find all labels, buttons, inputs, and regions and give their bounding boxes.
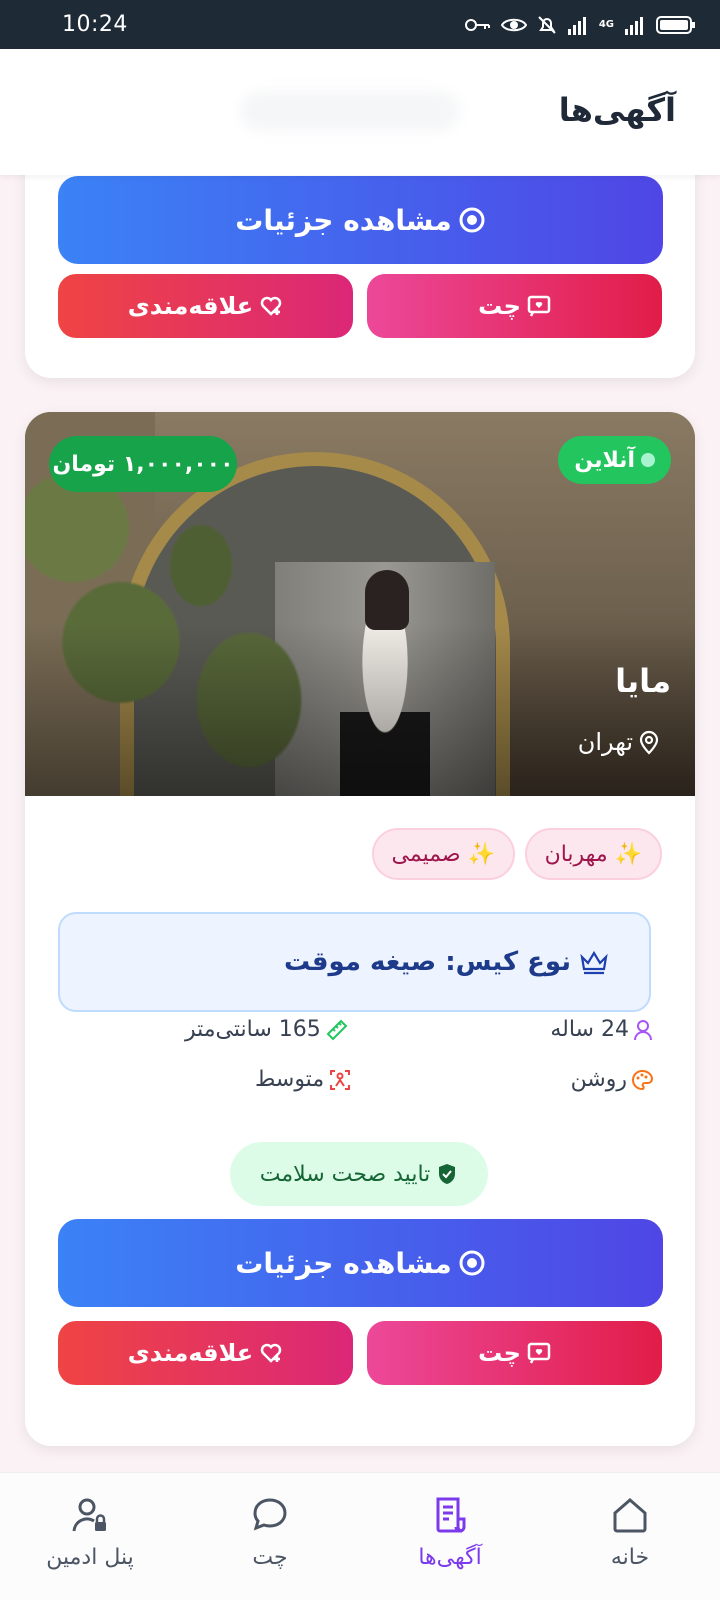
battery-icon bbox=[656, 15, 695, 34]
height-label: 165 سانتی‌متر bbox=[185, 1017, 321, 1042]
shield-check-icon bbox=[439, 1164, 456, 1184]
chat-heart-icon bbox=[527, 1342, 551, 1364]
listing-card: آنلاین ۱,۰۰۰,۰۰۰ تومان مایا تهران ✨ مهرب… bbox=[25, 412, 695, 1446]
trait-tag: ✨ مهربان bbox=[524, 828, 662, 880]
online-dot bbox=[641, 453, 655, 467]
status-time: 10:24 bbox=[62, 12, 128, 37]
online-badge: آنلاین bbox=[558, 436, 671, 484]
crown-icon bbox=[580, 950, 608, 975]
eye-icon bbox=[459, 207, 485, 233]
chat-label: چت bbox=[478, 1339, 521, 1367]
age-label: 24 ساله bbox=[550, 1017, 629, 1042]
case-type-label: نوع کیس: صیغه موقت bbox=[284, 947, 571, 977]
nav-admin-label: پنل ادمین bbox=[46, 1545, 134, 1570]
age-info: 24 ساله bbox=[550, 1017, 653, 1042]
skin-label: روشن bbox=[570, 1067, 627, 1092]
skin-info: روشن bbox=[571, 1067, 653, 1092]
health-badge: تایید صحت سلامت bbox=[230, 1142, 488, 1206]
app-header: آگهی‌ها bbox=[0, 49, 720, 175]
nav-ads[interactable]: آگهی‌ها bbox=[380, 1473, 520, 1600]
height-info: 165 سانتی‌متر bbox=[185, 1017, 349, 1042]
chat-button[interactable]: چت bbox=[367, 274, 662, 338]
view-details-button[interactable]: مشاهده جزئیات bbox=[58, 1219, 663, 1307]
eye-icon bbox=[500, 18, 527, 31]
city-label: تهران bbox=[577, 728, 633, 756]
signal-icon-2 bbox=[625, 16, 643, 35]
page-title: آگهی‌ها bbox=[558, 91, 676, 129]
view-details-label: مشاهده جزئیات bbox=[235, 203, 452, 237]
blurred-element bbox=[240, 91, 460, 131]
home-icon bbox=[613, 1498, 647, 1533]
heart-plus-icon bbox=[260, 1343, 282, 1363]
palette-icon bbox=[632, 1069, 653, 1090]
favorite-button[interactable]: علاقه‌مندی bbox=[58, 1321, 353, 1385]
network-type: 4G bbox=[598, 18, 614, 30]
trait-tag: ✨ صمیمی bbox=[371, 828, 515, 880]
key-icon bbox=[464, 18, 490, 31]
nav-ads-label: آگهی‌ها bbox=[418, 1545, 482, 1570]
chat-heart-icon bbox=[527, 295, 551, 317]
body-info: متوسط bbox=[255, 1067, 352, 1092]
bell-off-icon bbox=[538, 15, 556, 34]
view-details-button[interactable]: مشاهده جزئیات bbox=[58, 176, 663, 264]
user-lock-icon bbox=[72, 1498, 106, 1532]
ruler-icon bbox=[326, 1019, 348, 1040]
user-icon bbox=[634, 1019, 652, 1040]
health-label: تایید صحت سلامت bbox=[259, 1161, 431, 1187]
listing-city: تهران bbox=[578, 728, 661, 756]
signal-icon bbox=[567, 16, 586, 35]
location-pin-icon bbox=[639, 730, 659, 755]
listing-card-previous: مشاهده جزئیات چت علاقه‌مندی bbox=[25, 140, 695, 378]
chat-button[interactable]: چت bbox=[367, 1321, 662, 1385]
favorite-label: علاقه‌مندی bbox=[127, 1339, 254, 1367]
nav-chat-label: چت bbox=[252, 1545, 288, 1570]
price-badge: ۱,۰۰۰,۰۰۰ تومان bbox=[49, 436, 237, 492]
status-bar: 10:24 4G bbox=[0, 0, 720, 49]
view-details-label: مشاهده جزئیات bbox=[235, 1246, 452, 1280]
case-type-box: نوع کیس: صیغه موقت bbox=[58, 912, 651, 1012]
nav-admin-panel[interactable]: پنل ادمین bbox=[20, 1473, 160, 1600]
listing-name: مایا bbox=[615, 662, 671, 700]
bottom-navigation: پنل ادمین چت آگهی‌ها خانه bbox=[0, 1472, 720, 1600]
status-icons: 4G bbox=[464, 15, 696, 35]
body-label: متوسط bbox=[255, 1067, 325, 1092]
chat-label: چت bbox=[478, 292, 521, 320]
online-label: آنلاین bbox=[574, 447, 635, 473]
nav-home-label: خانه bbox=[610, 1545, 650, 1570]
nav-chat[interactable]: چت bbox=[200, 1473, 340, 1600]
body-scan-icon bbox=[330, 1069, 351, 1090]
document-icon bbox=[436, 1497, 466, 1533]
favorite-button[interactable]: علاقه‌مندی bbox=[58, 274, 353, 338]
chat-bubble-icon bbox=[253, 1498, 287, 1531]
eye-icon bbox=[459, 1250, 485, 1276]
nav-home[interactable]: خانه bbox=[560, 1473, 700, 1600]
heart-plus-icon bbox=[260, 296, 282, 316]
favorite-label: علاقه‌مندی bbox=[127, 292, 254, 320]
